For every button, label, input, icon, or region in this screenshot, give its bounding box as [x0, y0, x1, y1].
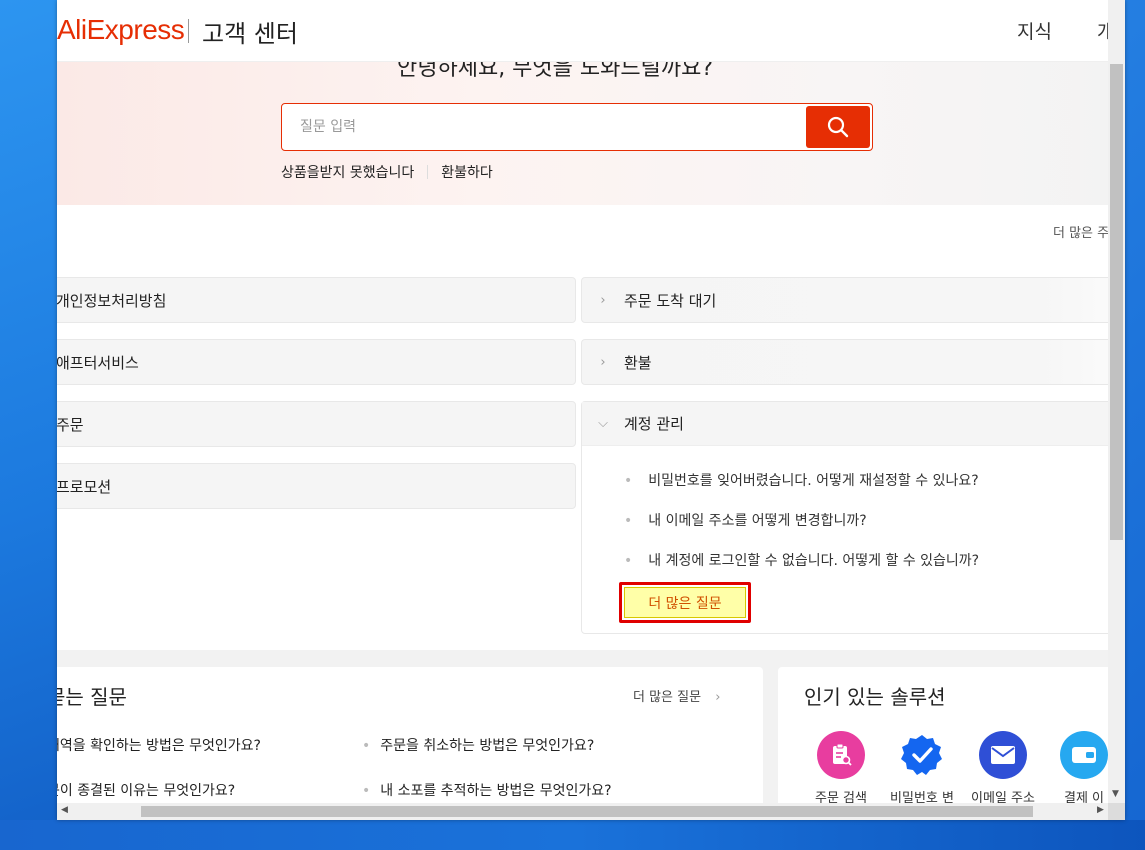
more-questions-button[interactable]: 더 많은 질문 — [619, 582, 751, 623]
faq-question[interactable]: • 내 소포를 추적하는 방법은 무엇인가요? — [362, 780, 612, 800]
category-awaiting-delivery[interactable]: › 주문 도착 대기 — [581, 277, 1108, 323]
solution-label: 주문 검색 — [815, 791, 867, 803]
quick-link-not-received[interactable]: 상품을받지 못했습니다 — [281, 162, 414, 182]
nav-knowledge[interactable]: 지식 — [1017, 17, 1052, 44]
hero-search-section: 안녕하세요, 무엇을 도와드릴까요? 상품을받지 못했습니다 환불하다 — [57, 56, 1108, 205]
question-text: 내역을 확인하는 방법은 무엇인가요? — [57, 738, 261, 754]
faq-question[interactable]: 문이 종결된 이유는 무엇인가요? — [57, 780, 235, 800]
faq-title: 묻는 질문 — [57, 685, 127, 709]
bullet-icon: • — [362, 738, 371, 754]
chevron-right-icon: › — [715, 690, 721, 705]
site-header: AliExpress 고객 센터 지식 개인 — [57, 0, 1108, 62]
question-text: 내 계정에 로그인할 수 없습니다. 어떻게 할 수 있습니까? — [648, 553, 980, 569]
category-label: 개인정보처리방침 — [57, 291, 167, 310]
faq-more-label: 더 많은 질문 — [633, 690, 702, 705]
category-promotion[interactable]: 프로모션 — [57, 463, 576, 509]
question-text: 내 소포를 추적하는 방법은 무엇인가요? — [380, 783, 612, 799]
scroll-down-arrow-icon[interactable]: ▼ — [1112, 789, 1119, 799]
question-cannot-login[interactable]: • 내 계정에 로그인할 수 없습니다. 어떻게 할 수 있습니까? — [624, 550, 979, 570]
faq-question[interactable]: • 주문을 취소하는 방법은 무엇인가요? — [362, 735, 594, 755]
page-title: 고객 센터 — [202, 20, 298, 48]
scrollbar-corner — [1108, 803, 1125, 820]
category-label: 애프터서비스 — [57, 353, 139, 372]
category-label: 주문 — [57, 415, 84, 434]
bullet-icon: • — [624, 513, 633, 529]
password-check-icon — [898, 731, 946, 779]
category-privacy-policy[interactable]: 개인정보처리방침 — [57, 277, 576, 323]
faq-question[interactable]: 내역을 확인하는 방법은 무엇인가요? — [57, 735, 261, 755]
page-viewport: AliExpress 고객 센터 지식 개인 안녕하세요, 무엇을 도와드릴까요… — [57, 0, 1108, 803]
solution-label: 결제 이 — [1063, 791, 1104, 803]
logo-divider — [188, 19, 189, 43]
question-reset-password[interactable]: • 비밀번호를 잊어버렸습니다. 어떻게 재설정할 수 있나요? — [624, 470, 979, 490]
solution-label: 비밀번호 변 — [890, 791, 954, 803]
horizontal-scroll-thumb[interactable] — [141, 806, 1033, 817]
bullet-icon: • — [624, 553, 633, 569]
solution-payment[interactable]: 결제 이 — [1044, 731, 1108, 803]
bullet-icon: • — [624, 473, 633, 489]
question-text: 주문을 취소하는 방법은 무엇인가요? — [380, 738, 595, 754]
chevron-right-icon: › — [600, 354, 606, 370]
category-refund[interactable]: › 환불 — [581, 339, 1108, 385]
question-text: 내 이메일 주소를 어떻게 변경합니까? — [648, 513, 867, 529]
more-link[interactable]: 더 많은 주 — [1053, 222, 1108, 241]
search-input[interactable] — [282, 104, 806, 150]
search-bar — [281, 103, 873, 151]
vertical-scroll-thumb[interactable] — [1110, 64, 1123, 540]
solution-password-change[interactable]: 비밀번호 변 — [882, 731, 962, 803]
popular-solutions-panel: 인기 있는 솔루션 주문 검색 비밀번호 변 이메일 주소 결제 이 — [778, 667, 1108, 803]
chevron-down-icon: ⌵ — [598, 416, 608, 431]
solution-email-address[interactable]: 이메일 주소 — [963, 731, 1043, 803]
question-text: 비밀번호를 잊어버렸습니다. 어떻게 재설정할 수 있나요? — [648, 473, 979, 489]
order-search-icon — [817, 731, 865, 779]
quick-link-refund[interactable]: 환불하다 — [441, 162, 493, 182]
browser-window: AliExpress 고객 센터 지식 개인 안녕하세요, 무엇을 도와드릴까요… — [57, 0, 1125, 820]
category-label: 계정 관리 — [624, 415, 684, 433]
vertical-scrollbar[interactable]: ▼ — [1108, 0, 1125, 803]
scroll-right-arrow-icon[interactable]: ▶ — [1097, 805, 1104, 815]
category-label: 프로모션 — [57, 477, 112, 496]
payment-icon — [1060, 731, 1108, 779]
search-button[interactable] — [806, 106, 870, 148]
desktop-background-bottom — [0, 820, 1145, 850]
scroll-left-arrow-icon[interactable]: ◀ — [61, 805, 68, 815]
question-text: 문이 종결된 이유는 무엇인가요? — [57, 783, 236, 799]
solution-label: 이메일 주소 — [971, 791, 1035, 803]
category-label: 환불 — [624, 353, 652, 372]
nav-personal[interactable]: 개인 — [1097, 17, 1108, 44]
chevron-right-icon: › — [600, 292, 606, 308]
search-icon — [827, 116, 849, 138]
category-after-service[interactable]: 애프터서비스 — [57, 339, 576, 385]
desktop-background — [0, 0, 58, 850]
bullet-icon: • — [362, 783, 371, 799]
aliexpress-logo[interactable]: AliExpress — [57, 14, 185, 46]
horizontal-scrollbar[interactable]: ◀ ▶ — [57, 803, 1108, 820]
category-order[interactable]: 주문 — [57, 401, 576, 447]
category-account-management-expanded: ⌵ 계정 관리 • 비밀번호를 잊어버렸습니다. 어떻게 재설정할 수 있나요? … — [581, 401, 1108, 634]
category-label: 주문 도착 대기 — [624, 291, 717, 310]
quick-links: 상품을받지 못했습니다 환불하다 — [281, 162, 493, 182]
solution-order-search[interactable]: 주문 검색 — [801, 731, 881, 803]
solutions-title: 인기 있는 솔루션 — [804, 685, 946, 709]
faq-panel: 묻는 질문 더 많은 질문 › 내역을 확인하는 방법은 무엇인가요? • 주문을… — [57, 667, 763, 803]
category-account-management[interactable]: ⌵ 계정 관리 — [582, 402, 1108, 446]
faq-more-link[interactable]: 더 많은 질문 › — [633, 686, 720, 705]
more-questions-label: 더 많은 질문 — [624, 587, 746, 618]
question-change-email[interactable]: • 내 이메일 주소를 어떻게 변경합니까? — [624, 510, 867, 530]
email-icon — [979, 731, 1027, 779]
quick-link-divider — [427, 165, 429, 179]
